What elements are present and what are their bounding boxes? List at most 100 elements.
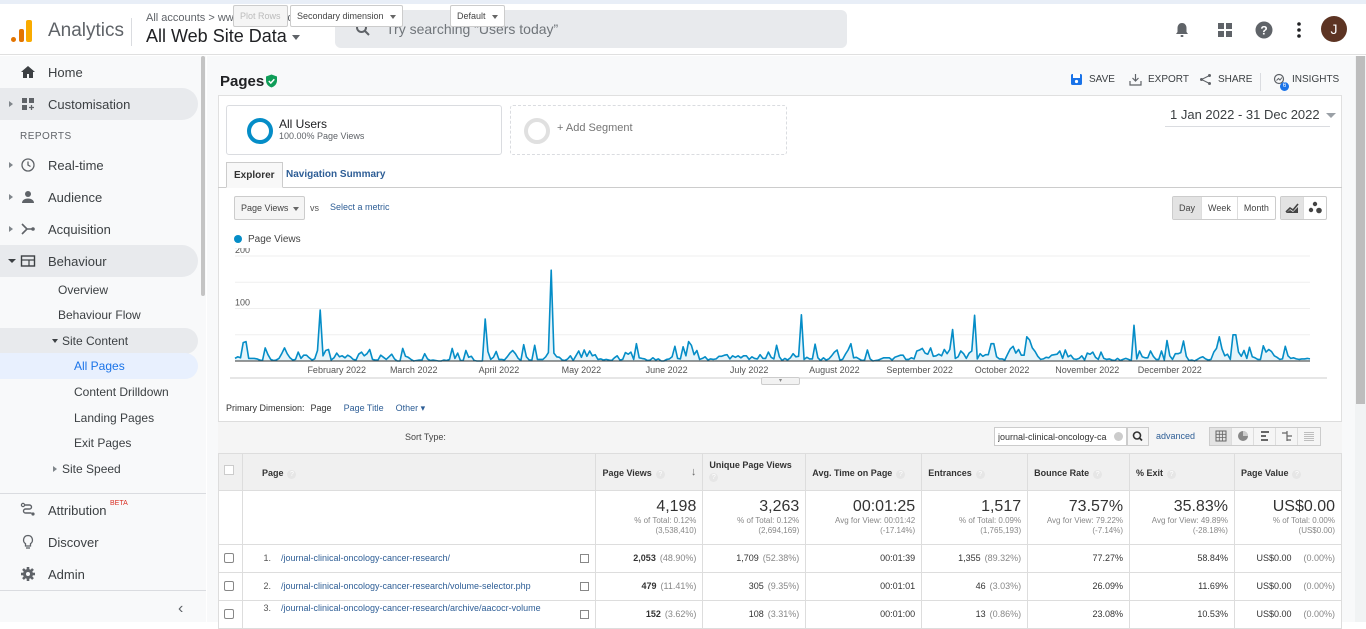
cell-value: US$0.00 [1256,609,1292,619]
sidebar-scrollbar[interactable] [201,56,205,296]
save-icon [1071,74,1082,85]
bell-icon[interactable] [1172,20,1192,40]
legend-label: Page Views [248,234,301,245]
column-header-unique-page-views[interactable]: Unique Page Views? [702,453,807,491]
page-link[interactable]: /journal-clinical-oncology-cancer-resear… [281,603,541,613]
help-icon[interactable]: ? [1292,470,1302,479]
page-title: Pages [220,73,265,90]
plot-rows-button[interactable]: Plot Rows [233,5,288,27]
page-link[interactable]: /journal-clinical-oncology-cancer-resear… [281,581,531,591]
motion-chart-button[interactable] [1304,197,1326,219]
help-icon[interactable]: ? [1093,470,1103,479]
secondary-dimension-dropdown[interactable]: Secondary dimension [290,5,403,27]
primary-dimension-other[interactable]: Other ▾ [396,403,426,413]
page-views-chart[interactable]: 100 200 February 2022 March 2022 April 2022 M… [230,248,1330,383]
percentage-view-button[interactable] [1232,428,1254,445]
row-number: 3. [263,603,271,613]
sidebar-item-audience[interactable]: Audience [0,181,198,213]
primary-dimension-page[interactable]: Page [311,403,332,413]
filter-search-button[interactable] [1127,427,1149,446]
total-value: 1,517 [981,498,1022,515]
granularity-day-button[interactable]: Day [1173,197,1203,219]
export-button[interactable]: EXPORT [1129,74,1189,86]
segment-all-users[interactable]: All Users 100.00% Page Views [226,105,502,155]
advanced-filter-link[interactable]: advanced [1156,431,1195,441]
sidebar-item-home[interactable]: Home [0,56,198,88]
primary-dimension-page-title[interactable]: Page Title [344,403,384,413]
row-checkbox[interactable] [224,609,234,619]
sidebar-item-exit-pages[interactable]: Exit Pages [0,430,198,456]
sidebar-item-customisation[interactable]: Customisation [0,88,198,120]
help-icon[interactable]: ? [975,470,985,479]
insights-button[interactable]: INSIGHTS [1273,73,1339,85]
sidebar-item-site-content[interactable]: Site Content [0,328,198,354]
select-all-checkbox[interactable] [224,465,234,475]
column-header-entrances[interactable]: Entrances? [921,453,1029,491]
apps-grid-icon[interactable] [1215,20,1235,40]
column-header-page-views[interactable]: Page Views? ↓ [595,453,704,491]
sidebar-item-landing-pages[interactable]: Landing Pages [0,405,198,431]
sidebar-item-site-speed[interactable]: Site Speed [0,456,198,482]
line-chart-button[interactable] [1281,197,1304,219]
column-header-exit[interactable]: % Exit? [1129,453,1235,491]
column-header-page[interactable]: Page? [241,453,597,491]
sidebar-item-attribution[interactable]: Attribution [0,494,198,526]
chart-resize-handle[interactable]: ▾ [761,377,800,385]
help-icon[interactable]: ? [655,470,665,479]
help-icon[interactable]: ? [1167,470,1177,479]
tab-explorer[interactable]: Explorer [226,162,283,188]
analytics-logo-icon[interactable] [11,18,33,42]
select-metric-link[interactable]: Select a metric [330,202,390,212]
sidebar-item-overview[interactable]: Overview [0,277,198,303]
sidebar-item-admin[interactable]: Admin [0,558,198,590]
column-header-avg-time[interactable]: Avg. Time on Page? [805,453,923,491]
sidebar-item-behaviour-flow[interactable]: Behaviour Flow [0,302,198,328]
open-page-icon[interactable] [580,554,590,563]
help-icon[interactable]: ? [709,473,719,482]
date-range-picker[interactable]: 1 Jan 2022 - 31 Dec 2022 [1170,107,1336,122]
scrollbar-thumb[interactable] [1356,56,1365,404]
row-checkbox[interactable] [224,581,234,591]
share-button[interactable]: SHARE [1200,74,1252,85]
row-checkbox[interactable] [224,553,234,563]
add-segment-button[interactable]: + Add Segment [510,105,787,155]
bounce-rate-cell: 23.08% [1027,600,1131,629]
avatar[interactable]: J [1321,16,1347,42]
data-table-view-button[interactable] [1210,428,1232,445]
clear-filter-icon[interactable] [1114,432,1123,441]
pivot-view-button[interactable] [1298,428,1320,445]
sidebar-item-all-pages[interactable]: All Pages [0,353,198,379]
column-header-page-value[interactable]: Page Value? [1233,453,1343,491]
row-select-cell [218,600,243,629]
table-filter-input[interactable]: journal-clinical-oncology-ca [994,427,1127,446]
save-button[interactable]: SAVE [1071,74,1115,85]
column-header-bounce-rate[interactable]: Bounce Rate? [1027,453,1131,491]
performance-view-button[interactable] [1254,428,1276,445]
sidebar-item-realtime[interactable]: Real-time [0,149,198,181]
help-icon[interactable]: ? [287,470,297,479]
total-note: (-17.14%) [880,526,916,535]
sidebar-item-behaviour[interactable]: Behaviour [0,245,198,277]
metric-selector[interactable]: Page Views [234,196,305,220]
sidebar-item-discover[interactable]: Discover [0,526,198,558]
help-icon[interactable]: ? [896,470,906,479]
comparison-view-button[interactable] [1276,428,1298,445]
sidebar-item-acquisition[interactable]: Acquisition [0,213,198,245]
help-icon[interactable]: ? [1254,20,1274,40]
search-box[interactable]: Try searching “Users today” [335,10,847,48]
more-vert-icon[interactable] [1289,20,1309,40]
granularity-week-button[interactable]: Week [1202,197,1238,219]
main-scrollbar[interactable] [1355,56,1366,622]
property-selector[interactable]: All Web Site Data [146,26,300,47]
sidebar-item-content-drilldown[interactable]: Content Drilldown [0,379,198,405]
sort-type-dropdown[interactable]: Default [450,5,505,27]
open-page-icon[interactable] [580,610,590,619]
tab-navigation-summary[interactable]: Navigation Summary [279,162,392,188]
collapse-sidebar-icon[interactable]: ‹ [178,600,183,618]
granularity-month-button[interactable]: Month [1238,197,1275,219]
open-page-icon[interactable] [580,582,590,591]
x-tick-label: March 2022 [390,365,438,375]
cell-percent: (3.03%) [989,581,1022,591]
page-link[interactable]: /journal-clinical-oncology-cancer-resear… [281,553,450,563]
insights-count-badge: 6 [1280,82,1289,91]
